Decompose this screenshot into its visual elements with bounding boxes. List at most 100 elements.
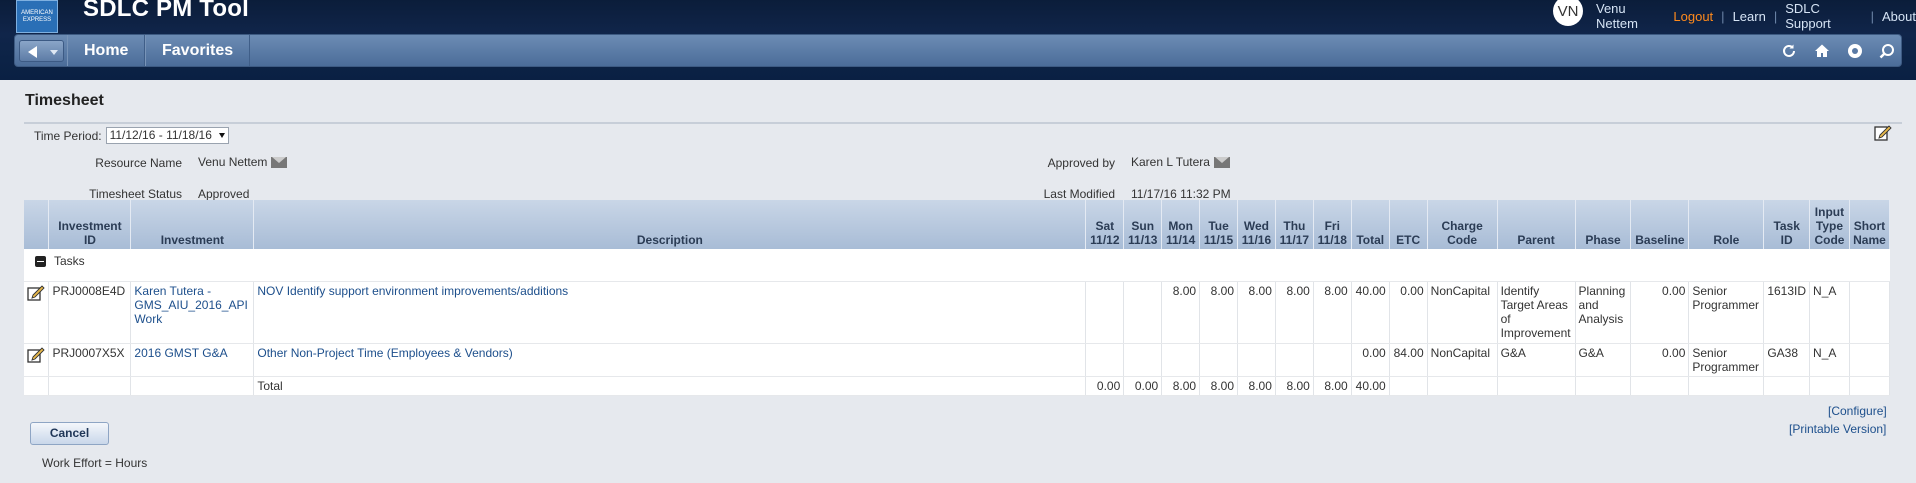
wed-cell[interactable]: 8.00	[1237, 281, 1276, 344]
dropdown-arrow-icon	[218, 133, 225, 138]
thu-total: 8.00	[1275, 376, 1314, 396]
col-sun[interactable]: Sun 11/13	[1123, 200, 1163, 249]
resource-name-value: Venu Nettem	[198, 155, 288, 169]
col-wed[interactable]: Wed 11/16	[1237, 200, 1276, 249]
cancel-button[interactable]: Cancel	[30, 422, 109, 445]
input-type-code-cell: N_A	[1809, 343, 1850, 377]
mon-cell[interactable]: 8.00	[1161, 281, 1201, 344]
col-phase[interactable]: Phase	[1575, 200, 1632, 249]
edit-row-icon[interactable]	[27, 284, 45, 301]
time-period-value: 11/12/16 - 11/18/16	[109, 128, 212, 142]
help-icon[interactable]	[1847, 43, 1863, 59]
logo-text: AMERICAN EXPRESS	[21, 9, 53, 23]
edit-row-icon[interactable]	[27, 346, 45, 363]
charge-code-cell: NonCapital	[1427, 343, 1498, 377]
sun-cell[interactable]	[1123, 281, 1163, 344]
thu-cell[interactable]	[1275, 343, 1314, 377]
role-cell: Senior Programmer	[1688, 343, 1765, 377]
totals-empty-cell	[1849, 376, 1891, 396]
parent-cell: G&A	[1497, 343, 1576, 377]
printable-version-link[interactable]: [Printable Version]	[1789, 422, 1886, 436]
totals-empty-cell	[1809, 376, 1850, 396]
sat-cell[interactable]	[1085, 343, 1125, 377]
home-icon[interactable]	[1814, 43, 1830, 59]
email-icon[interactable]	[271, 157, 288, 169]
col-total[interactable]: Total	[1351, 200, 1390, 249]
description-link[interactable]: Other Non-Project Time (Employees & Vend…	[253, 343, 1087, 377]
investment-link[interactable]: 2016 GMST G&A	[130, 343, 255, 377]
totals-empty-cell	[1575, 376, 1632, 396]
col-description[interactable]: Description	[253, 200, 1087, 249]
baseline-cell: 0.00	[1630, 281, 1690, 344]
collapse-icon[interactable]	[35, 256, 46, 268]
col-charge-code[interactable]: Charge Code	[1427, 200, 1498, 249]
tab-home[interactable]: Home	[67, 35, 146, 66]
description-link[interactable]: NOV Identify support environment improve…	[253, 281, 1087, 344]
wed-cell[interactable]	[1237, 343, 1276, 377]
totals-empty-cell	[1630, 376, 1690, 396]
col-sat[interactable]: Sat 11/12	[1085, 200, 1125, 249]
approved-by: Karen L Tutera	[1131, 155, 1210, 169]
col-edit	[24, 200, 50, 249]
search-icon[interactable]	[1879, 43, 1895, 59]
link-divider: |	[1773, 8, 1778, 24]
resource-name: Venu Nettem	[198, 155, 268, 169]
task-group-cell: Tasks	[24, 249, 1890, 282]
parent-cell: Identify Target Areas of Improvement	[1497, 281, 1576, 344]
back-arrow-icon	[28, 46, 37, 58]
time-period-select[interactable]: 11/12/16 - 11/18/16	[105, 127, 229, 144]
about-link[interactable]: About	[1882, 9, 1916, 24]
col-thu[interactable]: Thu 11/17	[1275, 200, 1314, 249]
approved-by-value: Karen L Tutera	[1131, 155, 1230, 169]
tab-favorites[interactable]: Favorites	[145, 35, 251, 66]
sun-total: 0.00	[1123, 376, 1163, 396]
configure-link[interactable]: [Configure]	[1828, 404, 1887, 418]
nav-bar: Home Favorites	[14, 34, 1902, 67]
tue-cell[interactable]: 8.00	[1199, 281, 1238, 344]
user-name-link[interactable]: Venu Nettem	[1596, 1, 1665, 31]
col-short-name[interactable]: Short Name	[1849, 200, 1891, 249]
totals-empty-cell	[48, 376, 132, 396]
tue-cell[interactable]	[1199, 343, 1238, 377]
input-type-code-cell: N_A	[1809, 281, 1850, 344]
total-cell: 0.00	[1351, 343, 1390, 377]
tue-total: 8.00	[1199, 376, 1238, 396]
col-mon[interactable]: Mon 11/14	[1161, 200, 1201, 249]
task-group-label: Tasks	[54, 254, 85, 268]
avatar[interactable]: VN	[1553, 0, 1583, 26]
col-fri[interactable]: Fri 11/18	[1313, 200, 1352, 249]
sun-cell[interactable]	[1123, 343, 1163, 377]
row-edit-cell	[24, 281, 50, 344]
investment-link[interactable]: Karen Tutera - GMS_AIU_2016_API Work	[130, 281, 255, 344]
sdlc-support-link[interactable]: SDLC Support	[1785, 1, 1862, 31]
col-investment[interactable]: Investment	[130, 200, 255, 249]
timesheet-table: Investment ID Investment Description Sat…	[24, 200, 1891, 396]
logout-link[interactable]: Logout	[1673, 9, 1713, 24]
col-tue[interactable]: Tue 11/15	[1199, 200, 1238, 249]
task-id-cell: GA38	[1763, 343, 1811, 377]
timesheet-status-label: Timesheet Status	[89, 187, 182, 201]
top-header: AMERICAN EXPRESS SDLC PM Tool VN Venu Ne…	[0, 0, 1916, 80]
col-baseline[interactable]: Baseline	[1630, 200, 1690, 249]
email-icon[interactable]	[1213, 157, 1230, 169]
refresh-icon[interactable]	[1781, 43, 1797, 59]
col-input-type-code[interactable]: Input Type Code	[1809, 200, 1850, 249]
edit-timesheet-icon[interactable]	[1874, 124, 1892, 141]
row-edit-cell	[24, 343, 50, 377]
work-effort-note: Work Effort = Hours	[42, 456, 148, 470]
col-task-id[interactable]: Task ID	[1763, 200, 1811, 249]
chevron-down-icon[interactable]	[50, 50, 58, 55]
fri-cell[interactable]: 8.00	[1313, 281, 1352, 344]
totals-empty-cell	[24, 376, 50, 396]
phase-cell: G&A	[1575, 343, 1632, 377]
col-role[interactable]: Role	[1688, 200, 1765, 249]
col-etc[interactable]: ETC	[1389, 200, 1428, 249]
back-button[interactable]	[19, 40, 64, 62]
fri-cell[interactable]	[1313, 343, 1352, 377]
sat-cell[interactable]	[1085, 281, 1125, 344]
col-parent[interactable]: Parent	[1497, 200, 1576, 249]
mon-cell[interactable]	[1161, 343, 1201, 377]
learn-link[interactable]: Learn	[1733, 9, 1766, 24]
thu-cell[interactable]: 8.00	[1275, 281, 1314, 344]
col-investment-id[interactable]: Investment ID	[48, 200, 132, 249]
